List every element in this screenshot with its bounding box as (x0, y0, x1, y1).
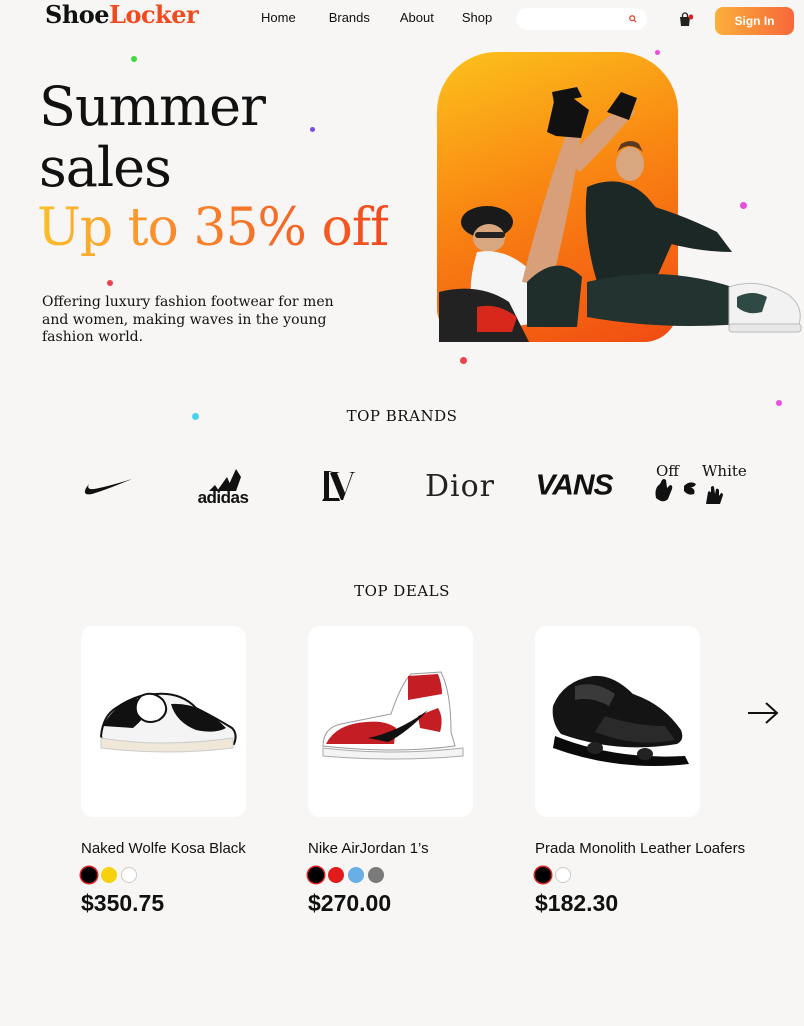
nike-logo (84, 479, 132, 495)
swatch-black[interactable] (308, 867, 324, 883)
black-leather-loafer-icon (552, 675, 689, 766)
nav-home[interactable]: Home (261, 10, 296, 25)
swatch-red[interactable] (328, 867, 344, 883)
off-white-hands-icon (655, 479, 723, 504)
decor-dot (655, 50, 660, 55)
top-brands-title: TOP BRANDS (346, 407, 458, 425)
top-deals-title: TOP DEALS (354, 582, 450, 600)
nav-shop[interactable]: Shop (462, 10, 492, 25)
brand-louis-vuitton[interactable] (318, 462, 358, 510)
color-swatches (81, 867, 137, 883)
louis-vuitton-logo (322, 471, 356, 501)
nav-about[interactable]: About (400, 10, 434, 25)
arrow-right-icon (748, 702, 779, 724)
hero-models-image (439, 87, 802, 342)
product-name[interactable]: Naked Wolfe Kosa Black (81, 840, 246, 857)
brand-nike[interactable] (84, 462, 134, 510)
product-price: $182.30 (535, 890, 619, 916)
sign-in-button[interactable]: Sign In (715, 7, 794, 35)
product-card[interactable] (535, 626, 700, 817)
logo-shoe: Shoe (45, 0, 110, 29)
dior-wordmark: Dior (424, 468, 496, 504)
swatch-black[interactable] (535, 867, 551, 883)
black-white-sneaker-icon (99, 692, 237, 753)
swatch-white[interactable] (121, 867, 137, 883)
red-white-high-top-sneaker-icon (322, 671, 464, 760)
product-card[interactable] (308, 626, 473, 817)
main-nav: Home Brands About Shop (261, 10, 492, 25)
vans-wordmark: VANS (535, 469, 613, 502)
hero-description: Offering luxury fashion footwear for men… (42, 294, 334, 345)
brand-dior[interactable]: Dior (425, 462, 495, 510)
search-input[interactable] (516, 8, 621, 30)
product-price: $270.00 (308, 890, 392, 916)
brand-vans[interactable]: VANS (535, 462, 613, 510)
brand-off-white[interactable]: Off White (650, 462, 748, 508)
product-price: $350.75 (81, 890, 165, 916)
hero-title-line1: Summer (39, 75, 266, 138)
color-swatches (308, 867, 384, 883)
decor-dot (776, 400, 782, 406)
color-swatches (535, 867, 571, 883)
swatch-blue[interactable] (348, 867, 364, 883)
decor-dot (131, 56, 137, 62)
swatch-black[interactable] (81, 867, 97, 883)
decor-dot (310, 127, 315, 132)
swatch-gray[interactable] (368, 867, 384, 883)
decor-dot (107, 280, 113, 286)
product-name[interactable]: Prada Monolith Leather Loafers (535, 840, 745, 857)
logo[interactable]: ShoeLocker (45, 0, 199, 29)
swatch-white[interactable] (555, 867, 571, 883)
brand-adidas[interactable]: adidas (192, 462, 254, 510)
adidas-wordmark: adidas (197, 488, 249, 507)
nav-brands[interactable]: Brands (329, 10, 370, 25)
logo-locker: Locker (109, 0, 199, 29)
hero-title-line2: sales (39, 136, 172, 199)
next-arrow-button[interactable] (746, 700, 780, 726)
product-card[interactable] (81, 626, 246, 817)
decor-dot (460, 357, 467, 364)
search-box (516, 8, 647, 30)
decor-dot (740, 202, 747, 209)
swatch-yellow[interactable] (101, 867, 117, 883)
shopping-bag-icon[interactable] (677, 11, 693, 27)
product-name[interactable]: Nike AirJordan 1’s (308, 840, 429, 857)
search-icon[interactable] (629, 15, 637, 23)
hero-sale-text: Up to 35% off (37, 198, 389, 258)
hero-title: Summer sales (39, 76, 399, 198)
